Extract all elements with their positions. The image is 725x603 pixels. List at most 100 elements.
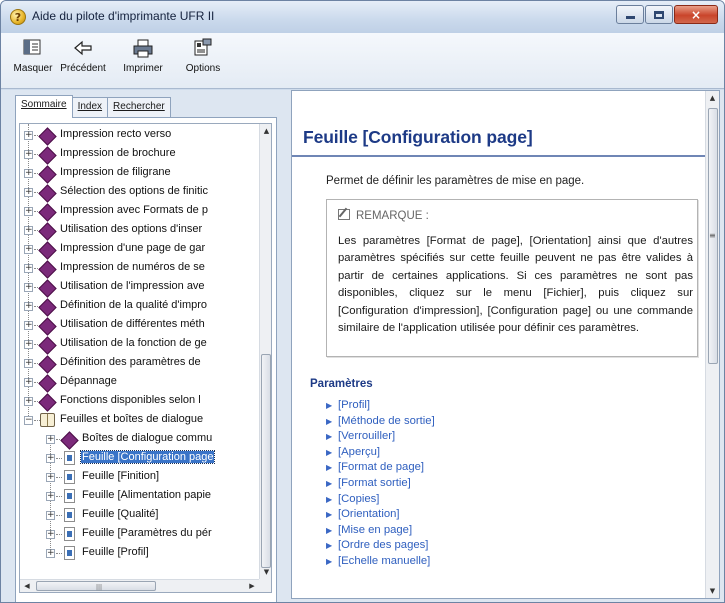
expand-icon[interactable]: +	[24, 264, 33, 273]
scroll-down-icon[interactable]: ▼	[706, 584, 719, 598]
print-label: Imprimer	[123, 63, 163, 74]
page-icon	[62, 508, 78, 524]
parameter-link[interactable]: ▶ [Format de page]	[326, 461, 435, 477]
tree-item[interactable]: + Feuille [Alimentation papie	[20, 487, 258, 506]
tab-search[interactable]: Rechercher	[107, 97, 171, 117]
expand-icon[interactable]: +	[24, 321, 33, 330]
tree-item[interactable]: − Feuilles et boîtes de dialogue	[20, 411, 258, 430]
help-window: ? Aide du pilote d'imprimante UFR II × M…	[0, 0, 725, 603]
expand-icon[interactable]: +	[24, 302, 33, 311]
expand-icon[interactable]: +	[24, 245, 33, 254]
tree-item[interactable]: + Utilisation de différentes méth	[20, 316, 258, 335]
tab-index[interactable]: Index	[71, 97, 109, 117]
expand-icon[interactable]: +	[24, 207, 33, 216]
tree-item[interactable]: + Utilisation de la fonction de ge	[20, 335, 258, 354]
expand-icon[interactable]: +	[24, 169, 33, 178]
parameter-link-text[interactable]: [Méthode de sortie]	[338, 415, 435, 427]
scroll-up-icon[interactable]: ▲	[706, 91, 719, 105]
expand-icon[interactable]: +	[46, 530, 55, 539]
tree-item[interactable]: + Définition de la qualité d'impro	[20, 297, 258, 316]
parameter-link[interactable]: ▶ [Méthode de sortie]	[326, 415, 435, 431]
tree-item[interactable]: + Feuille [Qualité]	[20, 506, 258, 525]
expand-icon[interactable]: +	[46, 473, 55, 482]
parameter-link-text[interactable]: [Format sortie]	[338, 477, 411, 489]
expand-icon[interactable]: +	[46, 511, 55, 520]
horizontal-scroll-thumb[interactable]: |||	[36, 581, 156, 591]
parameter-link-text[interactable]: [Aperçu]	[338, 446, 380, 458]
hide-pane-icon	[5, 37, 61, 59]
tree-item[interactable]: + Fonctions disponibles selon l	[20, 392, 258, 411]
tree-item[interactable]: + Impression avec Formats de p	[20, 202, 258, 221]
expand-icon[interactable]: +	[24, 397, 33, 406]
scroll-down-icon[interactable]: ▼	[260, 565, 271, 579]
expand-icon[interactable]: +	[24, 188, 33, 197]
tree-item[interactable]: + Impression de numéros de se	[20, 259, 258, 278]
tree-horizontal-scrollbar[interactable]: ◀ ||| ▶	[20, 579, 259, 592]
expand-icon[interactable]: +	[24, 359, 33, 368]
expand-icon[interactable]: +	[46, 454, 55, 463]
scroll-grip-icon: ≡	[709, 231, 716, 240]
expand-icon[interactable]: +	[24, 150, 33, 159]
expand-icon[interactable]: +	[24, 131, 33, 140]
scroll-up-icon[interactable]: ▲	[260, 124, 271, 138]
parameter-link-text[interactable]: [Profil]	[338, 399, 370, 411]
hide-button[interactable]: Masquer	[5, 37, 61, 83]
tree-item[interactable]: + Feuille [Finition]	[20, 468, 258, 487]
close-button[interactable]: ×	[674, 5, 718, 24]
scroll-right-icon[interactable]: ▶	[245, 580, 259, 592]
expand-icon[interactable]: +	[24, 378, 33, 387]
parameter-link-text[interactable]: [Format de page]	[338, 461, 424, 473]
back-button[interactable]: Précédent	[55, 37, 111, 83]
scroll-thumb[interactable]	[261, 354, 271, 568]
parameter-link[interactable]: ▶ [Aperçu]	[326, 446, 435, 462]
tree-item[interactable]: + Boîtes de dialogue commu	[20, 430, 258, 449]
expand-icon[interactable]: +	[46, 492, 55, 501]
parameter-link[interactable]: ▶ [Orientation]	[326, 508, 435, 524]
parameter-link[interactable]: ▶ [Verrouiller]	[326, 430, 435, 446]
topic-vertical-scrollbar[interactable]: ▲ ≡ ▼	[705, 91, 719, 598]
tree-item[interactable]: + Définition des paramètres de	[20, 354, 258, 373]
parameter-link[interactable]: ▶ [Format sortie]	[326, 477, 435, 493]
tree-item[interactable]: + Sélection des options de finitic	[20, 183, 258, 202]
minimize-button[interactable]	[616, 5, 644, 24]
maximize-icon	[646, 6, 672, 23]
tree-item[interactable]: + Dépannage	[20, 373, 258, 392]
tree-item[interactable]: + Impression recto verso	[20, 126, 258, 145]
parameter-link[interactable]: ▶ [Echelle manuelle]	[326, 555, 435, 571]
tree-item[interactable]: + Impression d'une page de gar	[20, 240, 258, 259]
navigation-pane: Sommaire Index Rechercher + Impression re…	[9, 90, 287, 602]
tree-vertical-scrollbar[interactable]: ▲ ▼	[259, 124, 271, 579]
topic-content: Feuille [Configuration page] Permet de d…	[292, 91, 706, 598]
print-button[interactable]: Imprimer	[115, 37, 171, 83]
tree-item[interactable]: + Utilisation de l'impression ave	[20, 278, 258, 297]
parameter-link-text[interactable]: [Echelle manuelle]	[338, 555, 430, 567]
page-icon	[62, 546, 78, 562]
parameter-link[interactable]: ▶ [Mise en page]	[326, 524, 435, 540]
collapse-icon[interactable]: −	[24, 416, 33, 425]
tree-item[interactable]: + Impression de filigrane	[20, 164, 258, 183]
expand-icon[interactable]: +	[24, 226, 33, 235]
tree-item[interactable]: + Impression de brochure	[20, 145, 258, 164]
parameter-link[interactable]: ▶ [Copies]	[326, 493, 435, 509]
tree-item[interactable]: + Feuille [Paramètres du pér	[20, 525, 258, 544]
expand-icon[interactable]: +	[46, 549, 55, 558]
parameter-link[interactable]: ▶ [Profil]	[326, 399, 435, 415]
tree-item-label: Impression recto verso	[60, 128, 172, 140]
note-box: REMARQUE : Les paramètres [Format de pag…	[326, 199, 698, 357]
parameter-link-text[interactable]: [Copies]	[338, 493, 379, 505]
options-button[interactable]: Options	[175, 37, 231, 83]
tree-item[interactable]: + Utilisation des options d'inser	[20, 221, 258, 240]
tab-contents[interactable]: Sommaire	[15, 95, 73, 118]
expand-icon[interactable]: +	[46, 435, 55, 444]
maximize-button[interactable]	[645, 5, 673, 24]
scroll-left-icon[interactable]: ◀	[20, 580, 34, 592]
parameter-link-text[interactable]: [Ordre des pages]	[338, 539, 428, 551]
expand-icon[interactable]: +	[24, 340, 33, 349]
parameter-link[interactable]: ▶ [Ordre des pages]	[326, 539, 435, 555]
tree-item[interactable]: + Feuille [Profil]	[20, 544, 258, 563]
tree-item[interactable]: + Feuille [Configuration page	[20, 449, 258, 468]
parameter-link-text[interactable]: [Orientation]	[338, 508, 400, 520]
parameter-link-text[interactable]: [Verrouiller]	[338, 430, 395, 442]
parameter-link-text[interactable]: [Mise en page]	[338, 524, 412, 536]
expand-icon[interactable]: +	[24, 283, 33, 292]
